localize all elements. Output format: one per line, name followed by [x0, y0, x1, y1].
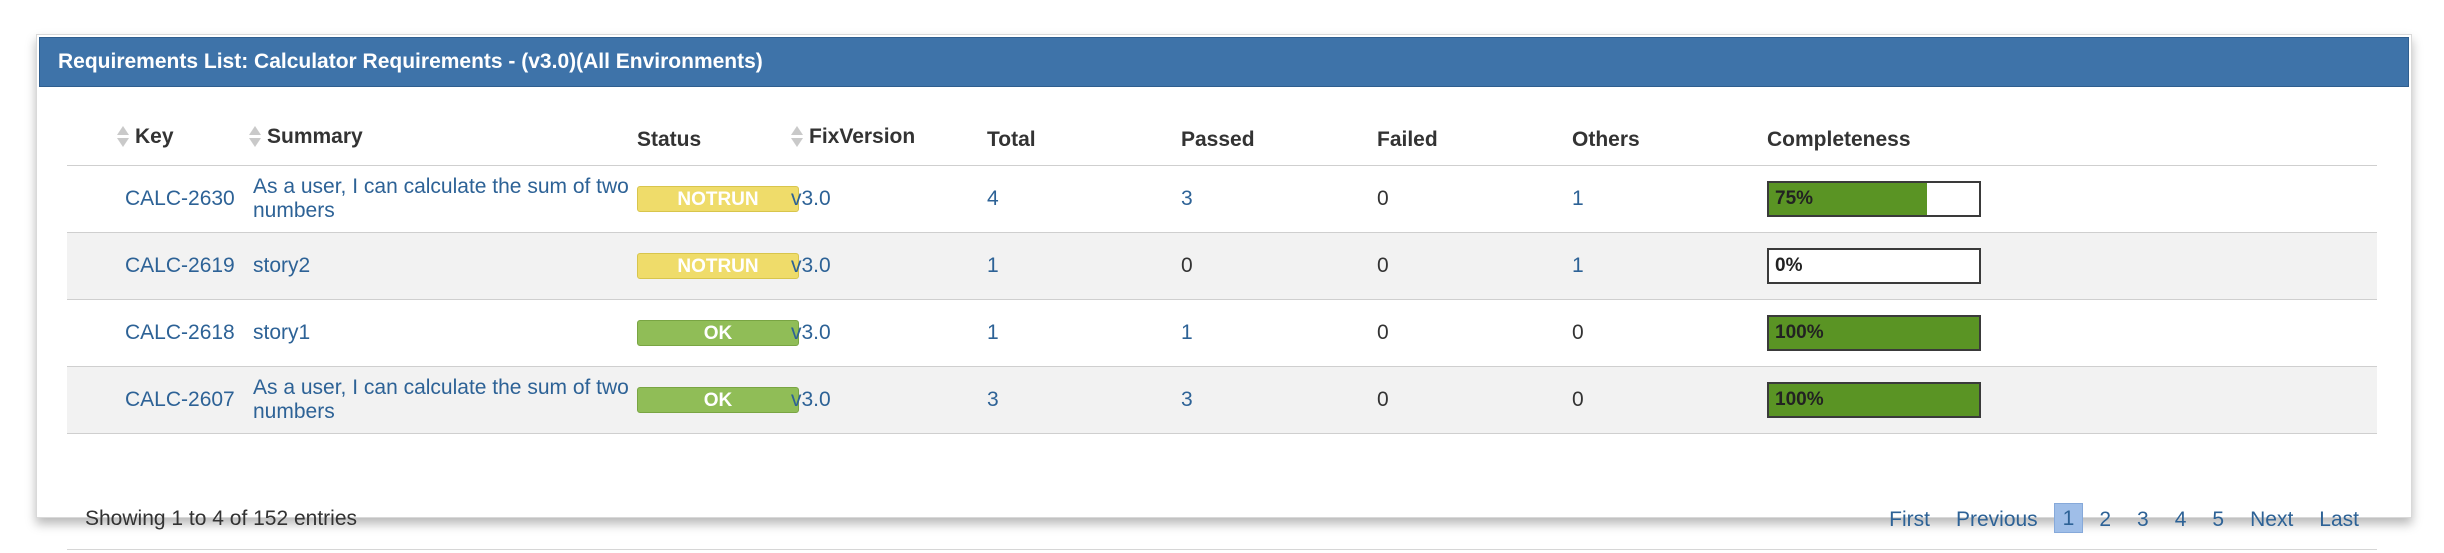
- status-badge: OK: [637, 387, 799, 413]
- requirement-summary-link[interactable]: story1: [253, 321, 310, 344]
- completeness-label: 75%: [1775, 188, 1814, 209]
- requirement-summary-link[interactable]: story2: [253, 254, 310, 277]
- passed-count-link[interactable]: 3: [1181, 187, 1193, 210]
- pagination-page-3[interactable]: 3: [2127, 503, 2159, 533]
- column-header-status: Status: [637, 115, 791, 166]
- completeness-label: 0%: [1775, 255, 1803, 276]
- total-count-link[interactable]: 1: [987, 254, 999, 277]
- entries-info: Showing 1 to 4 of 152 entries: [85, 507, 358, 530]
- pagination: First Previous 1 2 3 4 5 Next Last: [1873, 503, 2369, 533]
- passed-count: 0: [1181, 254, 1193, 277]
- total-count-link[interactable]: 1: [987, 321, 999, 344]
- requirements-table: Key Summary Status FixVersion Total Pass…: [67, 115, 2377, 434]
- status-badge: NOTRUN: [637, 253, 799, 279]
- sort-icon[interactable]: [117, 125, 129, 149]
- fixversion-link[interactable]: v3.0: [791, 187, 831, 210]
- failed-count: 0: [1377, 254, 1389, 277]
- completeness-bar: 100%: [1767, 382, 1981, 418]
- table-row: CALC-2630 As a user, I can calculate the…: [67, 165, 2377, 233]
- pagination-next[interactable]: Next: [2240, 503, 2303, 533]
- column-header-completeness: Completeness: [1767, 115, 2377, 166]
- total-count-link[interactable]: 4: [987, 187, 999, 210]
- completeness-bar: 75%: [1767, 181, 1981, 217]
- pagination-first[interactable]: First: [1879, 503, 1940, 533]
- pagination-page-5[interactable]: 5: [2202, 503, 2234, 533]
- pagination-page-4[interactable]: 4: [2165, 503, 2197, 533]
- table-footer: Showing 1 to 4 of 152 entries First Prev…: [67, 499, 2377, 550]
- table-header-row: Key Summary Status FixVersion Total Pass…: [67, 115, 2377, 166]
- requirement-key-link[interactable]: CALC-2607: [125, 388, 235, 411]
- passed-count-link[interactable]: 3: [1181, 388, 1193, 411]
- passed-count-link[interactable]: 1: [1181, 321, 1193, 344]
- requirement-summary-link[interactable]: As a user, I can calculate the sum of tw…: [253, 175, 629, 222]
- others-count: 0: [1572, 321, 1584, 344]
- completeness-bar: 0%: [1767, 248, 1981, 284]
- others-count-link[interactable]: 1: [1572, 254, 1584, 277]
- sort-icon[interactable]: [791, 125, 803, 149]
- table-row: CALC-2619 story2 NOTRUN v3.0 1 0 0 1 0%: [67, 232, 2377, 300]
- fixversion-link[interactable]: v3.0: [791, 254, 831, 277]
- status-badge: OK: [637, 320, 799, 346]
- completeness-bar: 100%: [1767, 315, 1981, 351]
- requirement-summary-link[interactable]: As a user, I can calculate the sum of tw…: [253, 376, 629, 423]
- panel-header: Requirements List: Calculator Requiremen…: [39, 37, 2409, 87]
- failed-count: 0: [1377, 388, 1389, 411]
- column-header-summary[interactable]: Summary: [249, 115, 637, 166]
- panel-body: Key Summary Status FixVersion Total Pass…: [67, 115, 2377, 550]
- column-header-total: Total: [987, 115, 1181, 166]
- pagination-page-1[interactable]: 1: [2053, 503, 2084, 533]
- others-count: 0: [1572, 388, 1584, 411]
- failed-count: 0: [1377, 321, 1389, 344]
- status-badge: NOTRUN: [637, 186, 799, 212]
- fixversion-link[interactable]: v3.0: [791, 321, 831, 344]
- pagination-last[interactable]: Last: [2309, 503, 2369, 533]
- requirement-key-link[interactable]: CALC-2618: [125, 321, 235, 344]
- failed-count: 0: [1377, 187, 1389, 210]
- total-count-link[interactable]: 3: [987, 388, 999, 411]
- completeness-label: 100%: [1775, 389, 1824, 410]
- column-header-key[interactable]: Key: [117, 115, 253, 166]
- column-header-failed: Failed: [1377, 115, 1572, 166]
- sort-icon[interactable]: [249, 125, 261, 149]
- completeness-label: 100%: [1775, 322, 1824, 343]
- pagination-page-2[interactable]: 2: [2089, 503, 2121, 533]
- panel-title: Requirements List: Calculator Requiremen…: [58, 50, 763, 73]
- requirement-key-link[interactable]: CALC-2619: [125, 254, 235, 277]
- column-header-others: Others: [1572, 115, 1767, 166]
- fixversion-link[interactable]: v3.0: [791, 388, 831, 411]
- column-header-fixversion[interactable]: FixVersion: [791, 115, 987, 166]
- others-count-link[interactable]: 1: [1572, 187, 1584, 210]
- table-row: CALC-2607 As a user, I can calculate the…: [67, 366, 2377, 434]
- requirement-key-link[interactable]: CALC-2630: [125, 187, 235, 210]
- column-header-passed: Passed: [1181, 115, 1377, 166]
- pagination-previous[interactable]: Previous: [1946, 503, 2048, 533]
- table-row: CALC-2618 story1 OK v3.0 1 1 0 0 100%: [67, 299, 2377, 367]
- requirements-panel: Requirements List: Calculator Requiremen…: [36, 34, 2412, 550]
